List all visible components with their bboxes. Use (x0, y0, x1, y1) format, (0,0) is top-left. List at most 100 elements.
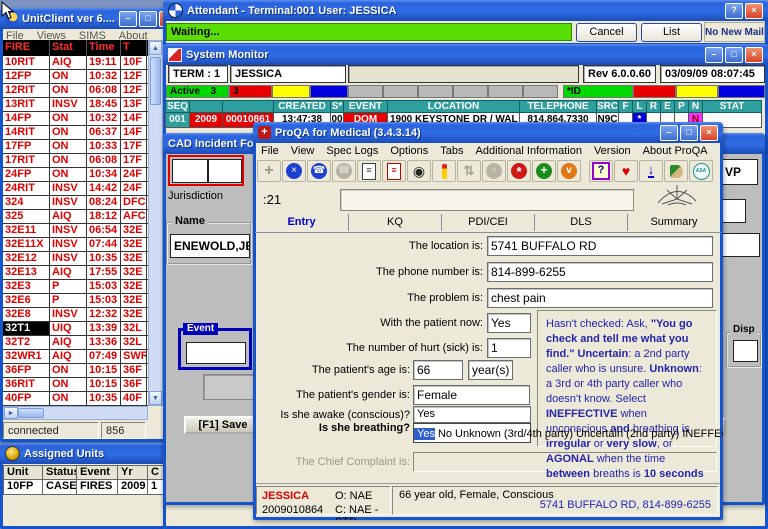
unit-row[interactable]: 14RITON06:3714F1 (3, 126, 161, 140)
unit-row[interactable]: 14FPON10:3214F1 (3, 112, 161, 126)
priority-field-2[interactable] (208, 159, 242, 183)
torch-icon[interactable] (432, 160, 456, 182)
location-field[interactable]: 5741 BUFFALO RD (487, 236, 713, 256)
name-field[interactable]: ENEWOLD,JES (170, 234, 250, 258)
problem-field[interactable]: chest pain (487, 288, 713, 308)
priority-field-1[interactable] (172, 159, 208, 183)
cancel-icon[interactable]: × (482, 160, 506, 182)
record-icon[interactable]: ◉ (407, 160, 431, 182)
close-icon[interactable]: × (745, 46, 763, 63)
maximize-icon[interactable]: □ (138, 10, 157, 27)
event-field[interactable] (186, 342, 246, 364)
scroll-thumb[interactable] (18, 408, 44, 418)
minimize-icon[interactable]: – (705, 46, 723, 63)
cancel-button[interactable]: Cancel (576, 23, 637, 42)
unit-row[interactable]: 32T2AIQ13:3632L3 (3, 336, 161, 350)
proqa-titlebar[interactable]: ProQA for Medical (3.4.3.14) – □ × (253, 122, 723, 143)
proqa-menu-file[interactable]: File (261, 145, 279, 157)
unit-row[interactable]: 32WR1AIQ07:49SWR3 (3, 350, 161, 364)
dropdown-option[interactable]: Yes (414, 428, 435, 440)
vertical-scrollbar[interactable]: ▲ ▼ (148, 40, 163, 406)
unit-row[interactable]: 40FPON10:3540F4 (3, 392, 161, 406)
number-hurt-field[interactable]: 1 (487, 338, 531, 358)
message-input[interactable] (340, 189, 634, 211)
save-button[interactable]: [F1] Save (184, 416, 262, 434)
awake-answer-field[interactable]: Yes (413, 406, 531, 423)
heart-icon[interactable]: ♥ (614, 160, 638, 182)
unit-row[interactable]: 32T1UIQ13:3932L3 (3, 322, 161, 336)
recycle-icon[interactable]: + (532, 160, 556, 182)
hand-icon[interactable] (664, 160, 688, 182)
close-icon[interactable]: × (700, 124, 718, 141)
unit-row[interactable]: 324INSV08:24DFC3 (3, 196, 161, 210)
unit-row[interactable]: 10RITAIQ19:1110F1 (3, 56, 161, 70)
unitclient-titlebar[interactable]: UnitClient ver 6.... – □ × (0, 8, 166, 29)
scroll-up-icon[interactable]: ▲ (149, 41, 162, 55)
phone-disabled-icon[interactable]: ☎ (332, 160, 356, 182)
proqa-menu-about-proqa[interactable]: About ProQA (643, 145, 708, 157)
tab-summary[interactable]: Summary (627, 214, 720, 231)
scroll-down-icon[interactable]: ▼ (149, 391, 162, 405)
report-icon[interactable]: ≡ (357, 160, 381, 182)
close-case-icon[interactable]: × (282, 160, 306, 182)
attendant-titlebar[interactable]: Attendant - Terminal:001 User: JESSICA ?… (163, 0, 768, 21)
fan-red-icon[interactable]: * (507, 160, 531, 182)
close-icon[interactable]: × (745, 2, 763, 19)
tab-dls[interactable]: DLS (534, 214, 627, 231)
proqa-menu-options[interactable]: Options (390, 145, 428, 157)
proqa-menu-view[interactable]: View (291, 145, 315, 157)
sort-icon[interactable]: ⇅ (457, 160, 481, 182)
unit-row[interactable]: 32E3P15:0332E3 (3, 280, 161, 294)
scroll-thumb[interactable] (150, 57, 161, 105)
add-icon[interactable]: + (257, 160, 281, 182)
unit-row[interactable]: 13RITINSV18:4513F1 (3, 98, 161, 112)
unit-row[interactable]: 17FPON10:3317F1 (3, 140, 161, 154)
proqa-menu-additional-information[interactable]: Additional Information (476, 145, 582, 157)
unit-row[interactable]: 32E12INSV10:3532E3 (3, 252, 161, 266)
dropdown-option[interactable]: INEFFECTIVE/AGONAL (679, 428, 723, 440)
unit-row[interactable]: 36FPON10:1536F3 (3, 364, 161, 378)
unit-row[interactable]: 325AIQ18:12AFC3 (3, 210, 161, 224)
phone-field[interactable]: 814-899-6255 (487, 262, 713, 282)
unit-row[interactable]: 32E11INSV06:5432E3 (3, 224, 161, 238)
unit-row[interactable]: 12FPON10:3212F1 (3, 70, 161, 84)
unit-row[interactable]: 32E6P15:0332E3 (3, 294, 161, 308)
dropdown-option[interactable]: Unknown (3rd/4th party) (452, 428, 573, 440)
with-patient-field[interactable]: Yes (487, 313, 531, 333)
unit-row[interactable]: 24FPON10:3424F2 (3, 168, 161, 182)
minimize-icon[interactable]: – (118, 10, 137, 27)
unit-row[interactable]: 24RITINSV14:4224F2 (3, 182, 161, 196)
dropdown-option[interactable]: Uncertain (2nd party) (573, 428, 679, 440)
gender-field[interactable]: Female (413, 385, 530, 405)
unit-row[interactable]: 32E13AIQ17:5532E3 (3, 266, 161, 280)
download-icon[interactable]: ↓ (639, 160, 663, 182)
proqa-menu-tabs[interactable]: Tabs (440, 145, 463, 157)
age-field[interactable]: 66 (413, 360, 463, 380)
report-red-icon[interactable]: ≡ (382, 160, 406, 182)
unit-row[interactable]: 12RITON06:0812F1 (3, 84, 161, 98)
maximize-icon[interactable]: □ (725, 46, 743, 63)
scroll-right-icon[interactable]: ► (4, 407, 18, 419)
list-button[interactable]: List (641, 23, 702, 42)
tab-pdi-cei[interactable]: PDI/CEI (441, 214, 534, 231)
horizontal-scrollbar[interactable]: ◄ ► (3, 406, 148, 420)
system-monitor-titlebar[interactable]: System Monitor – □ × (163, 44, 768, 65)
minimize-icon[interactable]: – (660, 124, 678, 141)
tab-entry[interactable]: Entry (255, 214, 348, 231)
help-icon[interactable]: ? (589, 160, 613, 182)
unit-row[interactable]: 32E8INSV12:3232E3 (3, 308, 161, 322)
maximize-icon[interactable]: □ (680, 124, 698, 141)
tab-kq[interactable]: KQ (348, 214, 441, 231)
proqa-menu-spec-logs[interactable]: Spec Logs (326, 145, 378, 157)
medal-icon[interactable]: v (557, 160, 581, 182)
dropdown-option[interactable]: No (435, 428, 452, 440)
unit-row[interactable]: 36RITON10:1536F3 (3, 378, 161, 392)
age-unit-field[interactable]: year(s) (468, 360, 513, 380)
asa-icon[interactable]: ASA (689, 160, 713, 182)
unit-row[interactable]: 17RITON06:0817F1 (3, 154, 161, 168)
phone-icon[interactable]: ☎ (307, 160, 331, 182)
proqa-menu-version[interactable]: Version (594, 145, 631, 157)
disp-field[interactable] (733, 340, 758, 362)
help-icon[interactable]: ? (725, 2, 743, 19)
unit-row[interactable]: 32E11XINSV07:4432E3 (3, 238, 161, 252)
